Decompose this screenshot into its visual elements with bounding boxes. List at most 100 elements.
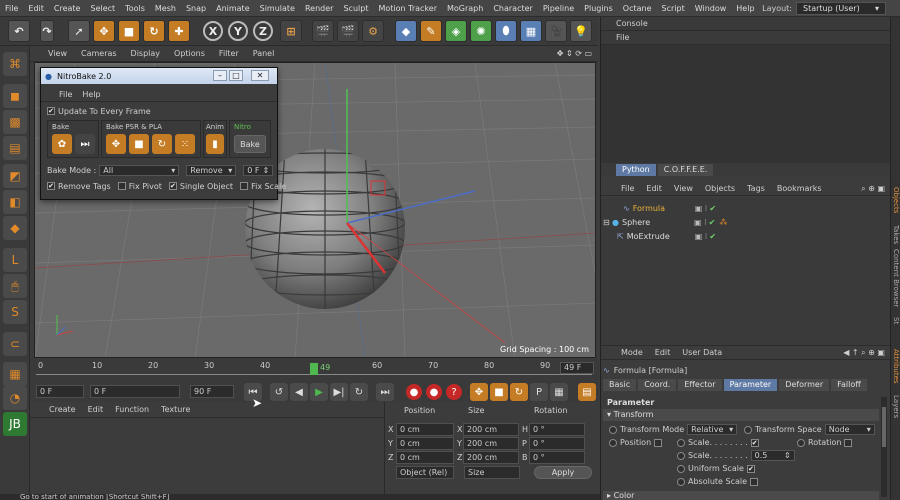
fix-scale-checkbox[interactable] xyxy=(240,182,249,190)
make-editable-icon[interactable]: ⌘ xyxy=(3,52,27,76)
menu-animate[interactable]: Animate xyxy=(211,4,255,13)
scale-value-field[interactable]: 0.5 ⇕ xyxy=(750,450,795,461)
menu-tools[interactable]: Tools xyxy=(120,4,150,13)
model-mode-icon[interactable]: ◼ xyxy=(3,84,27,108)
section-color[interactable]: ▸ Color xyxy=(603,491,879,500)
keyframe-selection-button[interactable]: ? xyxy=(446,384,462,400)
side-tab-layers[interactable]: Layers xyxy=(892,395,900,418)
key-scale-button[interactable]: ■ xyxy=(490,383,508,401)
viewport-menu-options[interactable]: Options xyxy=(168,49,211,58)
console-menu-file[interactable]: File xyxy=(601,33,629,42)
menu-create[interactable]: Create xyxy=(49,4,86,13)
light-icon[interactable]: 💡 xyxy=(570,20,592,42)
side-tab-attributes[interactable]: Attributes xyxy=(892,349,900,384)
section-transform[interactable]: ▾ Transform xyxy=(603,409,879,421)
visibility-icon[interactable]: ▣ ⁝ xyxy=(694,218,707,227)
scale-checkbox[interactable]: ✔ xyxy=(750,438,759,447)
menu-pipeline[interactable]: Pipeline xyxy=(538,4,579,13)
frame-offset-field[interactable]: 0 F ⇕ xyxy=(243,164,274,176)
menu-script[interactable]: Script xyxy=(657,4,690,13)
playhead-marker[interactable] xyxy=(310,363,318,375)
record-key-button[interactable]: ● xyxy=(406,384,422,400)
current-frame-field[interactable]: 49 F xyxy=(560,362,594,374)
next-key-button[interactable]: ↻ xyxy=(350,383,368,401)
cube-primitive-icon[interactable]: ◆ xyxy=(395,20,417,42)
attributes-menu-edit[interactable]: Edit xyxy=(650,348,676,357)
menu-render[interactable]: Render xyxy=(300,4,338,13)
rotate-tool-icon[interactable]: ↻ xyxy=(143,20,165,42)
visibility-icon[interactable]: ▣ ⁝ xyxy=(695,232,708,241)
bake-pla-icon[interactable]: ⁙ xyxy=(175,134,195,154)
key-pla-button[interactable]: ▦ xyxy=(550,383,568,401)
tab-deformer[interactable]: Deformer xyxy=(779,379,830,391)
side-tab-content-browser[interactable]: Content Browser xyxy=(892,249,900,307)
snapping-icon[interactable]: S xyxy=(3,300,27,324)
tab-coffee[interactable]: C.O.F.F.E.E. xyxy=(657,164,714,176)
menu-sculpt[interactable]: Sculpt xyxy=(338,4,373,13)
tab-python[interactable]: Python xyxy=(616,164,656,176)
objects-menu-file[interactable]: File xyxy=(616,184,639,193)
tweak-mode-icon[interactable]: 🖱 xyxy=(3,274,27,298)
menu-help[interactable]: Help xyxy=(731,4,759,13)
magnet-icon[interactable]: ⊂ xyxy=(3,332,27,356)
enabled-check-icon[interactable]: ✔ xyxy=(709,218,716,227)
enabled-check-icon[interactable]: ✔ xyxy=(709,232,716,241)
play-button[interactable]: ▶ xyxy=(310,383,328,401)
viewport-menu-cameras[interactable]: Cameras xyxy=(75,49,123,58)
frame-ruler[interactable]: 0 10 20 30 40 60 70 80 90 49 xyxy=(36,361,592,375)
bake-mode-select[interactable]: All ▾ xyxy=(99,164,180,176)
move-tool-icon[interactable]: ✥ xyxy=(93,20,115,42)
material-menu-edit[interactable]: Edit xyxy=(83,405,109,414)
position-y-field[interactable]: 0 cm xyxy=(396,436,454,450)
polygons-mode-icon[interactable]: ◆ xyxy=(3,216,27,240)
list-item[interactable]: ⊟ ● Sphere ▣ ⁝ ✔ ⁂ xyxy=(601,215,891,229)
viewport-menu-panel[interactable]: Panel xyxy=(247,49,281,58)
material-menu-create[interactable]: Create xyxy=(44,405,81,414)
animate-radio-icon[interactable] xyxy=(797,438,805,447)
anim-icon[interactable]: ▮ xyxy=(206,134,224,154)
position-checkbox[interactable] xyxy=(654,438,663,447)
side-tab-structure[interactable]: St xyxy=(892,317,900,324)
minimize-icon[interactable]: – xyxy=(213,70,227,81)
menu-octane[interactable]: Octane xyxy=(618,4,657,13)
redo-icon[interactable]: ↷ xyxy=(40,20,54,42)
remove-select[interactable]: Remove ▾ xyxy=(186,164,237,176)
attributes-menu-user-data[interactable]: User Data xyxy=(677,348,727,357)
update-every-frame-checkbox[interactable]: ✔ xyxy=(47,107,55,115)
layout-select[interactable]: Startup (User) ▾ xyxy=(796,2,886,15)
rotation-checkbox[interactable] xyxy=(844,438,853,447)
search-icon[interactable]: ⌕ ⊕ ▣ xyxy=(861,184,891,194)
scrollbar-thumb[interactable] xyxy=(882,407,886,447)
tab-effector[interactable]: Effector xyxy=(678,379,722,391)
transform-mode-select[interactable]: Relative ▾ xyxy=(687,424,738,435)
bake-all-icon[interactable]: ✿ xyxy=(52,134,72,154)
viewport-nav-icons[interactable]: ✥ ⇕ ⟳ ▭ xyxy=(557,49,598,58)
size-y-field[interactable]: 200 cm xyxy=(463,436,519,450)
nav-arrows-icon[interactable]: ◀ ↑ ⌕ ⊕ ▣ xyxy=(843,348,891,358)
preview-min-field[interactable]: 0 F xyxy=(90,385,180,398)
previous-frame-button[interactable]: ◀ xyxy=(290,383,308,401)
plugin-icon[interactable]: JB xyxy=(3,412,27,436)
tag-icon[interactable]: ⁂ xyxy=(719,218,727,227)
objects-menu-tags[interactable]: Tags xyxy=(742,184,770,193)
scale-tool-icon[interactable]: ■ xyxy=(118,20,140,42)
menu-mograph[interactable]: MoGraph xyxy=(442,4,488,13)
side-tab-takes[interactable]: Takes xyxy=(892,225,900,244)
end-frame-field[interactable]: 90 F xyxy=(190,385,234,398)
menu-motion-tracker[interactable]: Motion Tracker xyxy=(373,4,442,13)
attribute-scrollbar[interactable] xyxy=(881,397,887,497)
animate-radio-icon[interactable] xyxy=(677,438,685,447)
z-axis-lock-button[interactable]: Z xyxy=(253,21,273,41)
pen-spline-icon[interactable]: ✎ xyxy=(420,20,442,42)
rotation-h-field[interactable]: 0 ° xyxy=(529,422,585,436)
menu-mesh[interactable]: Mesh xyxy=(150,4,181,13)
texture-mode-icon[interactable]: ▩ xyxy=(3,110,27,134)
edges-mode-icon[interactable]: ◧ xyxy=(3,190,27,214)
fix-pivot-checkbox[interactable] xyxy=(117,182,126,190)
y-axis-lock-button[interactable]: Y xyxy=(228,21,248,41)
undo-icon[interactable]: ↶ xyxy=(8,20,30,42)
size-mode-select[interactable]: Size xyxy=(464,466,520,479)
apply-button[interactable]: Apply xyxy=(534,466,592,479)
tab-falloff[interactable]: Falloff xyxy=(831,379,867,391)
viewport-menu-display[interactable]: Display xyxy=(125,49,167,58)
